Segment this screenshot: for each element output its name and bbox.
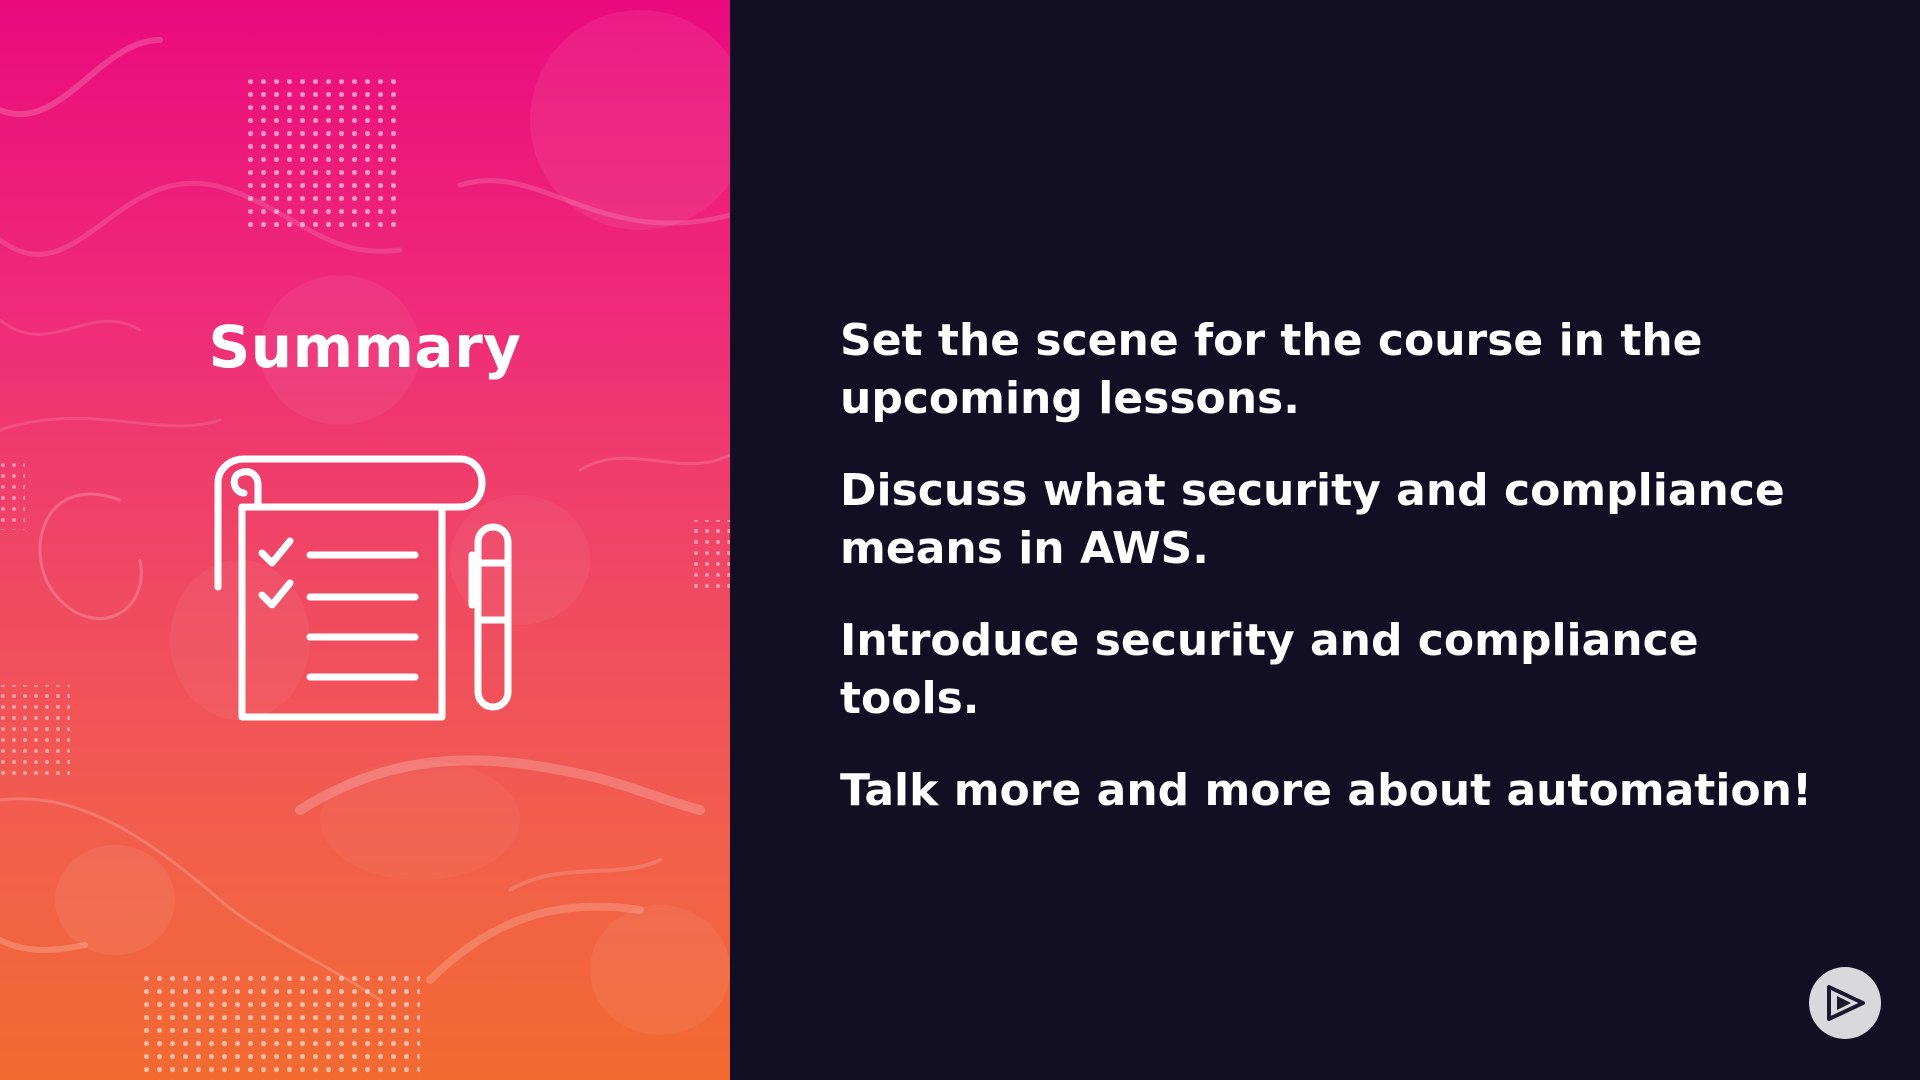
- play-logo-icon: [1827, 985, 1865, 1021]
- left-panel: Summary: [0, 0, 730, 1080]
- slide: Summary Set the scene for the course in …: [0, 0, 1920, 1080]
- slide-title: Summary: [208, 313, 522, 381]
- play-logo[interactable]: [1809, 967, 1881, 1039]
- summary-list: Set the scene for the course in the upco…: [840, 312, 1840, 854]
- checklist-with-pen-icon: [214, 455, 512, 721]
- summary-item: Discuss what security and compliance mea…: [840, 465, 1785, 574]
- summary-item: Talk more and more about automation!: [840, 765, 1813, 816]
- summary-item: Set the scene for the course in the upco…: [840, 315, 1703, 424]
- summary-item: Introduce security and compliance tools.: [840, 615, 1699, 724]
- right-panel: Set the scene for the course in the upco…: [730, 0, 1920, 1080]
